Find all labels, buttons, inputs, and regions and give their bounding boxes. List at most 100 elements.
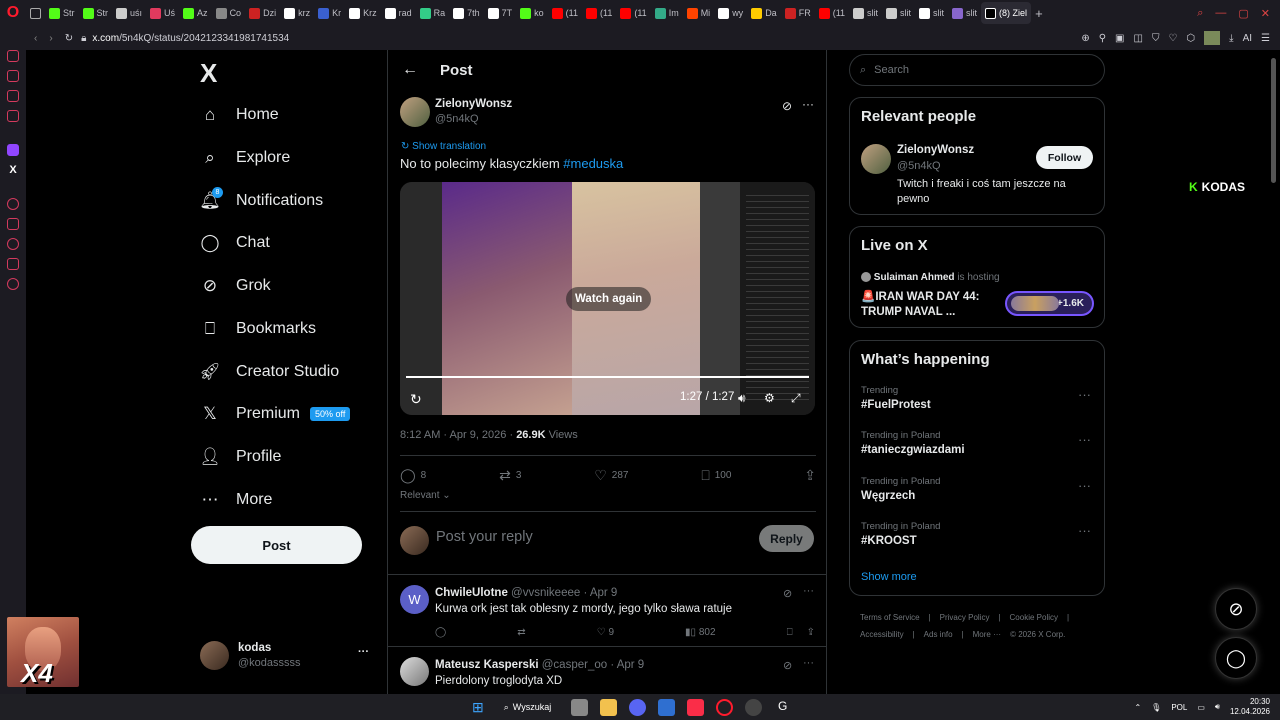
browser-tab[interactable]: Mi: [683, 2, 715, 24]
like-action[interactable]: ♡ 9: [597, 627, 614, 638]
reply-button[interactable]: Reply: [759, 525, 814, 552]
start-icon[interactable]: ⊞: [472, 699, 484, 716]
heart-icon[interactable]: ♡: [1168, 33, 1177, 44]
post-button[interactable]: Post: [191, 526, 362, 564]
nav-item-more[interactable]: ⋯ More: [200, 485, 273, 515]
extensions-icon[interactable]: ⬡: [1186, 33, 1195, 44]
footer-link[interactable]: Ads info: [924, 630, 953, 639]
app-icon[interactable]: G: [774, 699, 791, 716]
nav-item-premium[interactable]: 𝕏 Premium 50% off: [200, 399, 351, 429]
sidebar-app-icon[interactable]: [7, 50, 19, 62]
grok-explain-icon[interactable]: ⊘: [783, 587, 792, 600]
chat-fab-icon[interactable]: ◯: [1215, 637, 1257, 679]
search-tabs-icon[interactable]: ⌕: [1197, 7, 1203, 20]
close-window-icon[interactable]: ✕: [1261, 7, 1270, 20]
reply-action[interactable]: ◯ 8: [400, 466, 426, 484]
new-tab-button[interactable]: +: [1031, 2, 1047, 24]
search-input[interactable]: ⌕ Search: [849, 54, 1105, 86]
network-icon[interactable]: ▭: [1197, 703, 1205, 712]
browser-tab[interactable]: Uś: [146, 2, 179, 24]
reply-avatar[interactable]: [400, 657, 429, 686]
reply-item[interactable]: Mateusz Kasperski @casper_oo · Apr 9 Pie…: [388, 649, 826, 694]
browser-tab[interactable]: uśı: [112, 2, 146, 24]
author-handle[interactable]: @5n4kQ: [435, 113, 479, 125]
shield-icon[interactable]: ⛉: [1152, 33, 1160, 44]
grok-fab-icon[interactable]: ⊘: [1215, 588, 1257, 630]
grok-explain-icon[interactable]: ⊘: [782, 99, 792, 113]
browser-tab[interactable]: ko: [516, 2, 548, 24]
nav-item-home[interactable]: ⌂ Home: [200, 100, 279, 130]
trend-more-icon[interactable]: ···: [1078, 523, 1091, 538]
post-timestamp[interactable]: 8:12 AM · Apr 9, 2026 ·: [400, 429, 516, 441]
opera-logo-icon[interactable]: O: [0, 0, 26, 26]
extension-thumb[interactable]: [1204, 31, 1221, 45]
settings-icon[interactable]: [7, 278, 19, 290]
x-logo-icon[interactable]: X: [200, 58, 217, 89]
trend-item[interactable]: Trending in Poland #tanieczgwiazdami ···: [861, 430, 1097, 456]
grok-explain-icon[interactable]: ⊘: [783, 659, 792, 672]
browser-tab[interactable]: (11: [582, 2, 616, 24]
browser-tab[interactable]: rad: [381, 2, 416, 24]
snapshot-icon[interactable]: ▣: [1115, 33, 1124, 44]
forward-icon[interactable]: ›: [49, 33, 52, 44]
browser-tab[interactable]: slit: [915, 2, 948, 24]
microphone-icon[interactable]: 🎙︎: [1151, 703, 1161, 712]
reply-item[interactable]: W ChwileUlotne @vvsnikeeee · Apr 9 Kurwa…: [388, 577, 826, 647]
video-settings-icon[interactable]: ⚙: [764, 391, 775, 405]
page-scrollbar[interactable]: [1271, 58, 1276, 183]
minimize-icon[interactable]: —: [1215, 7, 1226, 19]
footer-link[interactable]: More ···: [973, 630, 1001, 639]
repost-action[interactable]: ⇄ 3: [499, 466, 521, 484]
browser-tab[interactable]: Da: [747, 2, 781, 24]
browser-tab[interactable]: 7T: [484, 2, 517, 24]
browser-tab[interactable]: Im: [651, 2, 683, 24]
show-more-link[interactable]: Show more: [861, 571, 917, 583]
nav-item-grok[interactable]: ⊘ Grok: [200, 271, 271, 301]
trend-more-icon[interactable]: ···: [1078, 432, 1091, 447]
browser-tab[interactable]: krz: [280, 2, 314, 24]
watch-again-button[interactable]: Watch again: [566, 287, 652, 311]
sidebar-tool-icon[interactable]: [7, 198, 19, 210]
like-action[interactable]: ♡ 287: [594, 466, 628, 484]
browser-tab[interactable]: wy: [714, 2, 747, 24]
nav-item-notifications[interactable]: 🔔︎ 8 Notifications: [199, 186, 323, 216]
task-view-icon[interactable]: [571, 698, 589, 716]
share-icon[interactable]: ⇪: [807, 627, 815, 638]
follow-button[interactable]: Follow: [1036, 146, 1093, 169]
keyboard-language[interactable]: POL: [1171, 703, 1187, 712]
nav-item-bookmarks[interactable]: ⎕ Bookmarks: [200, 314, 316, 344]
menu-icon[interactable]: ☰: [1261, 33, 1270, 44]
sidebar-tool-icon[interactable]: [7, 238, 19, 250]
fullscreen-icon[interactable]: ⤢: [791, 391, 801, 406]
footer-link[interactable]: Terms of Service: [860, 613, 920, 622]
back-icon[interactable]: ‹: [34, 33, 37, 44]
browser-tab[interactable]: (11: [815, 2, 849, 24]
sidebar-tool-icon[interactable]: [7, 218, 19, 230]
sidebar-app-icon[interactable]: [7, 90, 19, 102]
person-avatar[interactable]: [861, 144, 891, 174]
browser-tab[interactable]: (11: [616, 2, 650, 24]
tray-overflow-icon[interactable]: ⌃: [1134, 703, 1141, 712]
reply-avatar[interactable]: W: [400, 585, 429, 614]
file-explorer-icon[interactable]: [600, 698, 618, 716]
adblock-icon[interactable]: ◫: [1134, 33, 1143, 44]
reply-more-icon[interactable]: ···: [803, 585, 814, 597]
sidebar-tool-icon[interactable]: [7, 258, 19, 270]
volume-icon[interactable]: 🔊︎: [1215, 702, 1220, 712]
post-more-icon[interactable]: ···: [802, 97, 814, 111]
browser-tab[interactable]: slit: [882, 2, 915, 24]
x-icon[interactable]: X: [9, 164, 16, 176]
trend-item[interactable]: Trending in Poland Węgrzech ···: [861, 476, 1097, 502]
video-progress-bar[interactable]: [406, 376, 809, 378]
reply-handle[interactable]: @vvsnikeeee · Apr 9: [511, 587, 617, 599]
reply-more-icon[interactable]: ···: [803, 657, 814, 669]
sidebar-app-icon[interactable]: [7, 70, 19, 82]
browser-tab[interactable]: Ra: [416, 2, 450, 24]
footer-link[interactable]: Privacy Policy: [940, 613, 990, 622]
person-handle[interactable]: @5n4kQ: [897, 160, 941, 172]
sidebar-app-icon[interactable]: [7, 110, 19, 122]
nav-item-profile[interactable]: 👤︎ Profile: [199, 442, 281, 472]
host-line[interactable]: Sulaiman Ahmed is hosting: [861, 272, 1000, 283]
browser-tab[interactable]: Str: [45, 2, 79, 24]
reply-author-name[interactable]: ChwileUlotne: [435, 587, 508, 599]
